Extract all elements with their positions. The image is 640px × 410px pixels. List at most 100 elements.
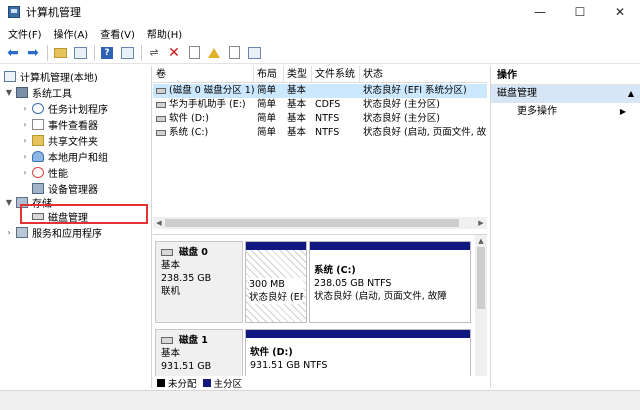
partition-c[interactable]: 系统 (C:) 238.05 GB NTFS 状态良好 (启动, 页面文件, 故… bbox=[309, 241, 471, 323]
check-icon[interactable] bbox=[185, 44, 203, 62]
toolbar-separator bbox=[47, 44, 48, 61]
scroll-left-icon[interactable]: ◀ bbox=[153, 217, 165, 229]
actions-section-disk-management[interactable]: 磁盘管理 ▲ bbox=[491, 85, 640, 103]
delete-icon[interactable]: ✕ bbox=[165, 44, 183, 62]
close-button[interactable]: ✕ bbox=[600, 0, 640, 24]
volume-icon bbox=[156, 129, 166, 136]
cd-drive-icon bbox=[156, 101, 166, 108]
volume-layout: 简单 bbox=[257, 113, 277, 124]
column-header-type[interactable]: 类型 bbox=[284, 66, 312, 83]
device-manager-icon bbox=[32, 182, 44, 194]
column-header-layout[interactable]: 布局 bbox=[254, 66, 284, 83]
connect-icon[interactable]: ⇌ bbox=[145, 44, 163, 62]
tree-item-root[interactable]: 计算机管理(本地) bbox=[2, 68, 98, 84]
chevron-right-icon[interactable]: › bbox=[20, 136, 30, 145]
tree-item-local-users[interactable]: › 本地用户和组 bbox=[20, 148, 108, 164]
minimize-button[interactable]: — bbox=[520, 0, 560, 24]
tools-icon bbox=[16, 86, 28, 98]
partition-size: 300 MB bbox=[249, 279, 285, 290]
disk-0-info[interactable]: 磁盘 0 基本 238.35 GB 联机 bbox=[155, 241, 243, 323]
volume-layout: 简单 bbox=[257, 99, 277, 110]
tree-item-task-scheduler[interactable]: › 任务计划程序 bbox=[20, 100, 108, 116]
tree-item-services[interactable]: › 服务和应用程序 bbox=[4, 224, 102, 240]
chevron-right-icon[interactable]: › bbox=[20, 120, 30, 129]
more-actions-item[interactable]: 更多操作 ▶ bbox=[491, 103, 640, 121]
chevron-up-icon[interactable]: ▲ bbox=[628, 85, 634, 103]
chevron-right-icon[interactable]: › bbox=[4, 228, 14, 237]
list-view-icon[interactable] bbox=[245, 44, 263, 62]
tree-item-performance[interactable]: › 性能 bbox=[20, 164, 68, 180]
volume-filesystem bbox=[312, 84, 360, 98]
show-hide-tree-icon[interactable] bbox=[71, 44, 89, 62]
computer-management-icon bbox=[8, 6, 20, 18]
horizontal-scrollbar[interactable]: ◀ ▶ bbox=[153, 217, 487, 229]
performance-icon bbox=[32, 166, 44, 178]
chevron-right-icon[interactable]: › bbox=[20, 168, 30, 177]
menu-file[interactable]: 文件(F) bbox=[2, 26, 48, 41]
column-header-volume[interactable]: 卷 bbox=[153, 66, 254, 83]
window-controls: — ☐ ✕ bbox=[520, 0, 640, 24]
scroll-right-icon[interactable]: ▶ bbox=[475, 217, 487, 229]
actions-section-label: 磁盘管理 bbox=[497, 88, 537, 99]
disk-icon bbox=[161, 249, 173, 256]
disk-size: 931.51 GB bbox=[161, 361, 212, 372]
navigation-tree: 计算机管理(本地) ▼ 系统工具 › 任务计划程序 › 事件查看器 › 共享文件… bbox=[0, 66, 152, 388]
toolbar: ⬅ ➡ ? ⇌ ✕ bbox=[0, 42, 640, 64]
highlight-annotation-box bbox=[20, 204, 148, 224]
help-icon[interactable]: ? bbox=[98, 44, 116, 62]
tree-label: 任务计划程序 bbox=[48, 104, 108, 116]
tree-item-system-tools[interactable]: ▼ 系统工具 bbox=[4, 84, 72, 100]
column-header-filesystem[interactable]: 文件系统 bbox=[312, 66, 360, 83]
scrollbar-thumb[interactable] bbox=[477, 247, 485, 309]
folder-up-icon[interactable] bbox=[205, 44, 223, 62]
tree-item-event-viewer[interactable]: › 事件查看器 bbox=[20, 116, 98, 132]
volume-layout: 简单 bbox=[257, 127, 277, 138]
partition-text: 软件 (D:) 931.51 GB NTFS bbox=[250, 346, 467, 372]
disk-icon bbox=[161, 337, 173, 344]
table-row[interactable]: 华为手机助手 (E:) 简单 基本 CDFS 状态良好 (主分区) bbox=[153, 98, 487, 112]
status-bar bbox=[0, 390, 640, 410]
volume-type: 基本 bbox=[287, 99, 307, 110]
vertical-scrollbar[interactable]: ▲ bbox=[475, 235, 487, 389]
volume-filesystem: CDFS bbox=[315, 99, 341, 110]
legend-unallocated: 未分配 bbox=[168, 379, 197, 390]
document-icon[interactable] bbox=[225, 44, 243, 62]
menu-help[interactable]: 帮助(H) bbox=[141, 26, 188, 41]
partition-text: 系统 (C:) 238.05 GB NTFS 状态良好 (启动, 页面文件, 故… bbox=[314, 264, 467, 303]
menu-action[interactable]: 操作(A) bbox=[48, 26, 95, 41]
scrollbar-thumb[interactable] bbox=[165, 219, 459, 227]
tree-label: 共享文件夹 bbox=[48, 136, 98, 148]
chevron-right-icon[interactable]: › bbox=[20, 152, 30, 161]
tree-label: 设备管理器 bbox=[48, 184, 98, 196]
shared-folder-icon bbox=[32, 134, 44, 146]
volume-filesystem: NTFS bbox=[315, 127, 340, 138]
volume-type: 基本 bbox=[287, 85, 307, 96]
chevron-down-icon[interactable]: ▼ bbox=[4, 88, 14, 97]
computer-icon bbox=[4, 70, 16, 82]
menu-view[interactable]: 查看(V) bbox=[94, 26, 141, 41]
partition-status: 状态良好 (EF bbox=[249, 292, 303, 303]
table-row[interactable]: 系统 (C:) 简单 基本 NTFS 状态良好 (启动, 页面文件, 故 bbox=[153, 126, 487, 140]
tree-label: 服务和应用程序 bbox=[32, 228, 102, 240]
unallocated-swatch bbox=[157, 379, 165, 387]
volume-list: 卷 布局 类型 文件系统 状态 (磁盘 0 磁盘分区 1) 简单 基本 状态良好… bbox=[153, 66, 487, 232]
back-arrow-icon[interactable]: ⬅ bbox=[4, 44, 22, 62]
column-header-status[interactable]: 状态 bbox=[360, 66, 487, 83]
forward-arrow-icon[interactable]: ➡ bbox=[24, 44, 42, 62]
maximize-button[interactable]: ☐ bbox=[560, 0, 600, 24]
table-row[interactable]: (磁盘 0 磁盘分区 1) 简单 基本 状态良好 (EFI 系统分区) bbox=[153, 84, 487, 98]
volume-status: 状态良好 (主分区) bbox=[363, 99, 440, 110]
volume-status: 状态良好 (EFI 系统分区) bbox=[363, 85, 467, 96]
disk-state: 联机 bbox=[161, 286, 181, 297]
properties-icon[interactable] bbox=[118, 44, 136, 62]
chevron-down-icon[interactable]: ▼ bbox=[4, 198, 14, 207]
table-row[interactable]: 软件 (D:) 简单 基本 NTFS 状态良好 (主分区) bbox=[153, 112, 487, 126]
chevron-right-icon: ▶ bbox=[619, 107, 626, 116]
tree-item-shared-folders[interactable]: › 共享文件夹 bbox=[20, 132, 98, 148]
partition-efi[interactable]: 300 MB 状态良好 (EF bbox=[245, 241, 307, 323]
partition-legend: 未分配 主分区 bbox=[153, 376, 487, 390]
up-folder-icon[interactable] bbox=[51, 44, 69, 62]
chevron-right-icon[interactable]: › bbox=[20, 104, 30, 113]
scroll-up-icon[interactable]: ▲ bbox=[475, 235, 487, 247]
volume-layout: 简单 bbox=[257, 85, 277, 96]
